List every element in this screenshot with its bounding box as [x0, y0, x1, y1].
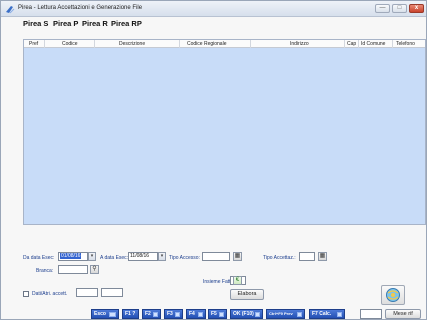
f4-button[interactable]: F4 — [186, 309, 206, 319]
edit-icon — [153, 312, 158, 317]
results-grid[interactable]: Pref Codice Descrizione Codice Regionale… — [23, 39, 426, 225]
refresh-icon — [219, 312, 224, 317]
a-data-input[interactable]: 11/08/16 — [128, 252, 158, 261]
globe-icon — [386, 288, 400, 302]
chevron-down-icon: ▾ — [90, 253, 94, 259]
da-data-input[interactable]: 01/08/16 — [58, 252, 88, 261]
f1-help-button[interactable]: F1 ? — [122, 309, 139, 319]
tab-pirea-rp[interactable]: Pirea RP — [111, 19, 142, 28]
tipo-accesso-label: Tipo Accesso: — [169, 255, 200, 261]
col-pref[interactable]: Pref — [29, 41, 38, 47]
da-data-label: Da data Esec: — [23, 255, 55, 261]
esco-button[interactable]: Esco — [91, 309, 119, 319]
grid-icon: ▦ — [234, 253, 241, 259]
tipo-accettaz-label: Tipo Accettaz.: — [263, 255, 296, 261]
da-data-dropdown[interactable]: ▾ — [88, 252, 96, 261]
tipo-accettaz-input[interactable] — [299, 252, 315, 261]
f3-button[interactable]: F3 — [164, 309, 183, 319]
mese-rif-button[interactable]: Mese rif — [385, 309, 421, 319]
ok-icon — [255, 312, 260, 317]
grid-header: Pref Codice Descrizione Codice Regionale… — [24, 40, 425, 48]
close-button[interactable]: x — [409, 4, 424, 13]
find-icon — [175, 312, 180, 317]
tab-pirea-r[interactable]: Pirea R — [82, 19, 108, 28]
a-data-dropdown[interactable]: ▾ — [158, 252, 166, 261]
chevron-down-icon: ▾ — [160, 253, 164, 259]
dati-accett-checkbox[interactable] — [23, 291, 29, 297]
prev-icon — [297, 312, 302, 317]
branca-input[interactable] — [58, 265, 88, 274]
grid-icon: ▦ — [319, 253, 326, 259]
app-icon — [6, 6, 15, 14]
f5-button[interactable]: F5 — [208, 309, 227, 319]
col-indirizzo[interactable]: Indirizzo — [290, 41, 309, 47]
f2-button[interactable]: F2 — [142, 309, 161, 319]
col-descrizione[interactable]: Descrizione — [119, 41, 145, 47]
tab-pirea-p[interactable]: Pirea P — [53, 19, 78, 28]
insieme-fatt-button[interactable]: € — [233, 276, 242, 285]
exit-icon — [109, 312, 116, 317]
calc-icon — [337, 312, 342, 317]
dati-accett-label: Dati/Atri. accett. — [32, 291, 68, 297]
maximize-button[interactable]: □ — [392, 4, 407, 13]
col-cap[interactable]: Cap — [347, 41, 356, 47]
ok-f10-button[interactable]: OK (F10) — [230, 309, 263, 319]
window-title: Pirea - Lettura Accettazioni e Generazio… — [18, 5, 143, 11]
globe-action-button[interactable] — [381, 285, 405, 305]
col-codice[interactable]: Codice — [62, 41, 78, 47]
col-telefono[interactable]: Telefono — [396, 41, 415, 47]
mese-rif-input[interactable] — [360, 309, 382, 319]
dati-accett-input-1[interactable] — [76, 288, 98, 297]
col-codice-regionale[interactable]: Codice Regionale — [187, 41, 226, 47]
col-id-comune[interactable]: Id Comune — [361, 41, 385, 47]
tipo-accesso-input[interactable] — [202, 252, 230, 261]
search-icon: ⚲ — [92, 266, 97, 272]
tipo-accettaz-lookup-button[interactable]: ▦ — [318, 252, 327, 261]
elabora-button[interactable]: Elabora — [230, 289, 264, 300]
tipo-accesso-lookup-button[interactable]: ▦ — [233, 252, 242, 261]
f7-calc-button[interactable]: F7 Calc. — [309, 309, 345, 319]
insieme-fatt-label: Insieme Fatt. — [203, 279, 232, 285]
app-window: Pirea - Lettura Accettazioni e Generazio… — [0, 0, 427, 320]
tab-pirea-s[interactable]: Pirea S — [23, 19, 48, 28]
title-bar: Pirea - Lettura Accettazioni e Generazio… — [1, 1, 426, 17]
ctrl-f9-button[interactable]: Ctrl+F9 Prev — [266, 309, 305, 319]
a-data-label: A data Esec: — [100, 255, 129, 261]
minimize-button[interactable]: — — [375, 4, 390, 13]
branca-lookup-button[interactable]: ⚲ — [90, 265, 99, 274]
dati-accett-input-2[interactable] — [101, 288, 123, 297]
branca-label: Branca: — [36, 268, 54, 274]
print-icon — [198, 312, 203, 317]
